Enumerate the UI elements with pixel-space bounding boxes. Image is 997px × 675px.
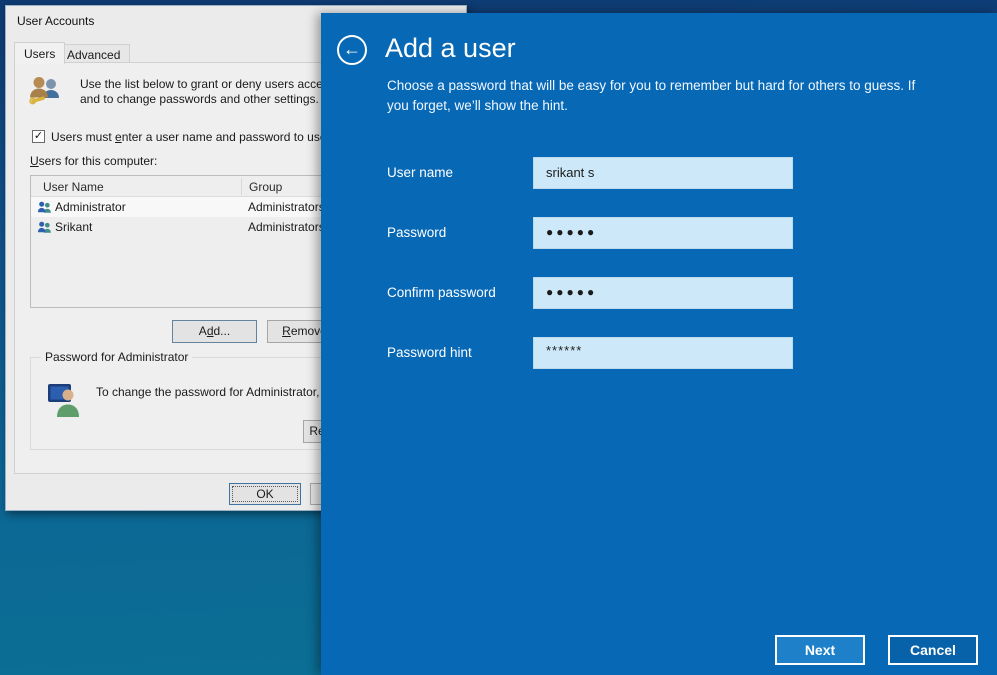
password-user-icon xyxy=(46,381,82,420)
column-group[interactable]: Group xyxy=(249,180,282,194)
add-button[interactable]: Add... xyxy=(172,320,257,343)
tab-advanced[interactable]: Advanced xyxy=(57,44,130,63)
next-button[interactable]: Next xyxy=(775,635,865,665)
users-key-icon xyxy=(27,75,65,108)
users-list-caption: Users for this computer: xyxy=(30,154,157,168)
page-title: Add a user xyxy=(385,33,516,64)
user-name-cell: Administrator xyxy=(55,200,126,214)
tab-users[interactable]: Users xyxy=(14,42,65,64)
column-separator[interactable] xyxy=(241,178,242,195)
password-groupbox-title: Password for Administrator xyxy=(41,350,192,364)
password-label: Password xyxy=(387,225,446,240)
checkbox-checked-icon[interactable]: ✓ xyxy=(32,130,45,143)
back-arrow-icon[interactable]: ← xyxy=(337,35,367,65)
group-cell: Administrators xyxy=(248,200,325,214)
group-cell: Administrators xyxy=(248,220,325,234)
cancel-button[interactable]: Cancel xyxy=(888,635,978,665)
window-title: User Accounts xyxy=(17,14,94,28)
user-name-cell: Srikant xyxy=(55,220,92,234)
user-name-label: User name xyxy=(387,165,453,180)
ok-button[interactable]: OK xyxy=(229,483,301,505)
page-description: Choose a password that will be easy for … xyxy=(387,76,937,116)
password-input[interactable]: ●●●●● xyxy=(533,217,793,249)
column-user-name[interactable]: User Name xyxy=(43,180,104,194)
user-account-icon xyxy=(37,200,52,218)
password-hint-input[interactable]: ****** xyxy=(533,337,793,369)
user-account-icon xyxy=(37,220,52,238)
password-hint-label: Password hint xyxy=(387,345,472,360)
confirm-password-input[interactable]: ●●●●● xyxy=(533,277,793,309)
add-user-panel: ← Add a user Choose a password that will… xyxy=(321,13,997,675)
confirm-password-label: Confirm password xyxy=(387,285,496,300)
user-name-input[interactable]: srikant s xyxy=(533,157,793,189)
